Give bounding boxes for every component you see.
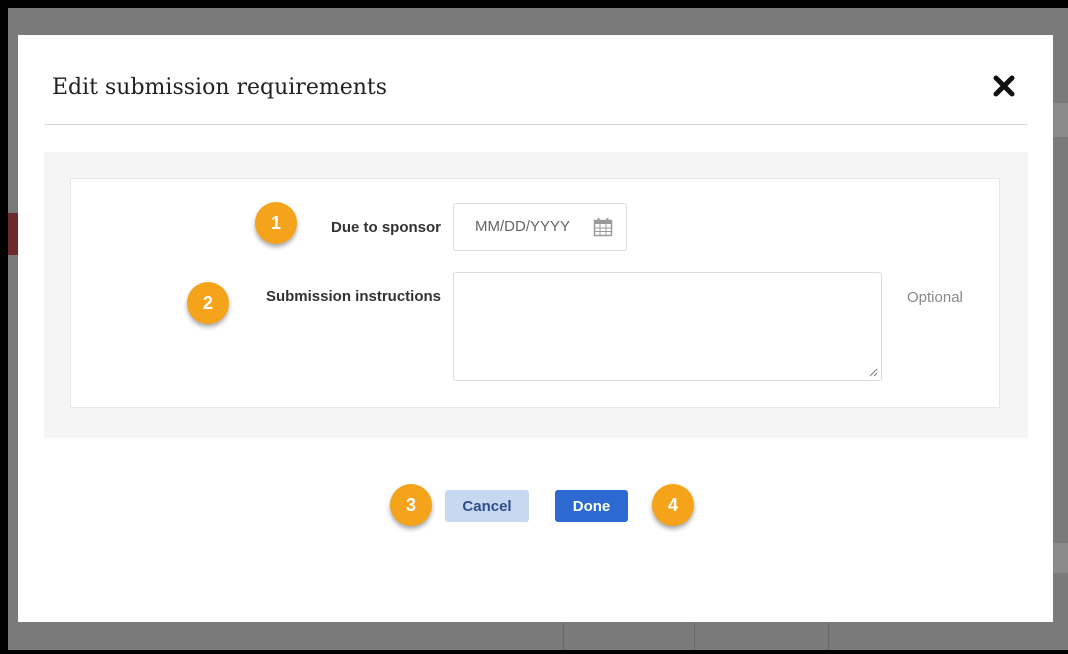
bg-divider bbox=[563, 623, 564, 650]
calendar-icon[interactable] bbox=[593, 217, 613, 237]
dialog-title: Edit submission requirements bbox=[52, 75, 388, 100]
callout-marker-1: 1 bbox=[255, 202, 297, 244]
optional-hint: Optional bbox=[907, 289, 963, 306]
edit-submission-dialog: Edit submission requirements Due to spon… bbox=[18, 35, 1053, 622]
bg-divider bbox=[694, 623, 695, 650]
due-date-input[interactable]: MM/DD/YYYY bbox=[453, 203, 627, 251]
done-button[interactable]: Done bbox=[555, 490, 628, 522]
callout-marker-3: 3 bbox=[390, 484, 432, 526]
callout-marker-4: 4 bbox=[652, 484, 694, 526]
bg-divider bbox=[828, 623, 829, 650]
cancel-button[interactable]: Cancel bbox=[445, 490, 529, 522]
resize-handle-icon[interactable] bbox=[868, 367, 878, 377]
submission-instructions-textarea[interactable] bbox=[453, 272, 882, 381]
close-icon[interactable] bbox=[990, 72, 1018, 100]
submission-instructions-label: Submission instructions bbox=[265, 288, 441, 305]
header-divider bbox=[44, 124, 1028, 125]
due-date-placeholder: MM/DD/YYYY bbox=[475, 218, 571, 235]
callout-marker-2: 2 bbox=[187, 282, 229, 324]
